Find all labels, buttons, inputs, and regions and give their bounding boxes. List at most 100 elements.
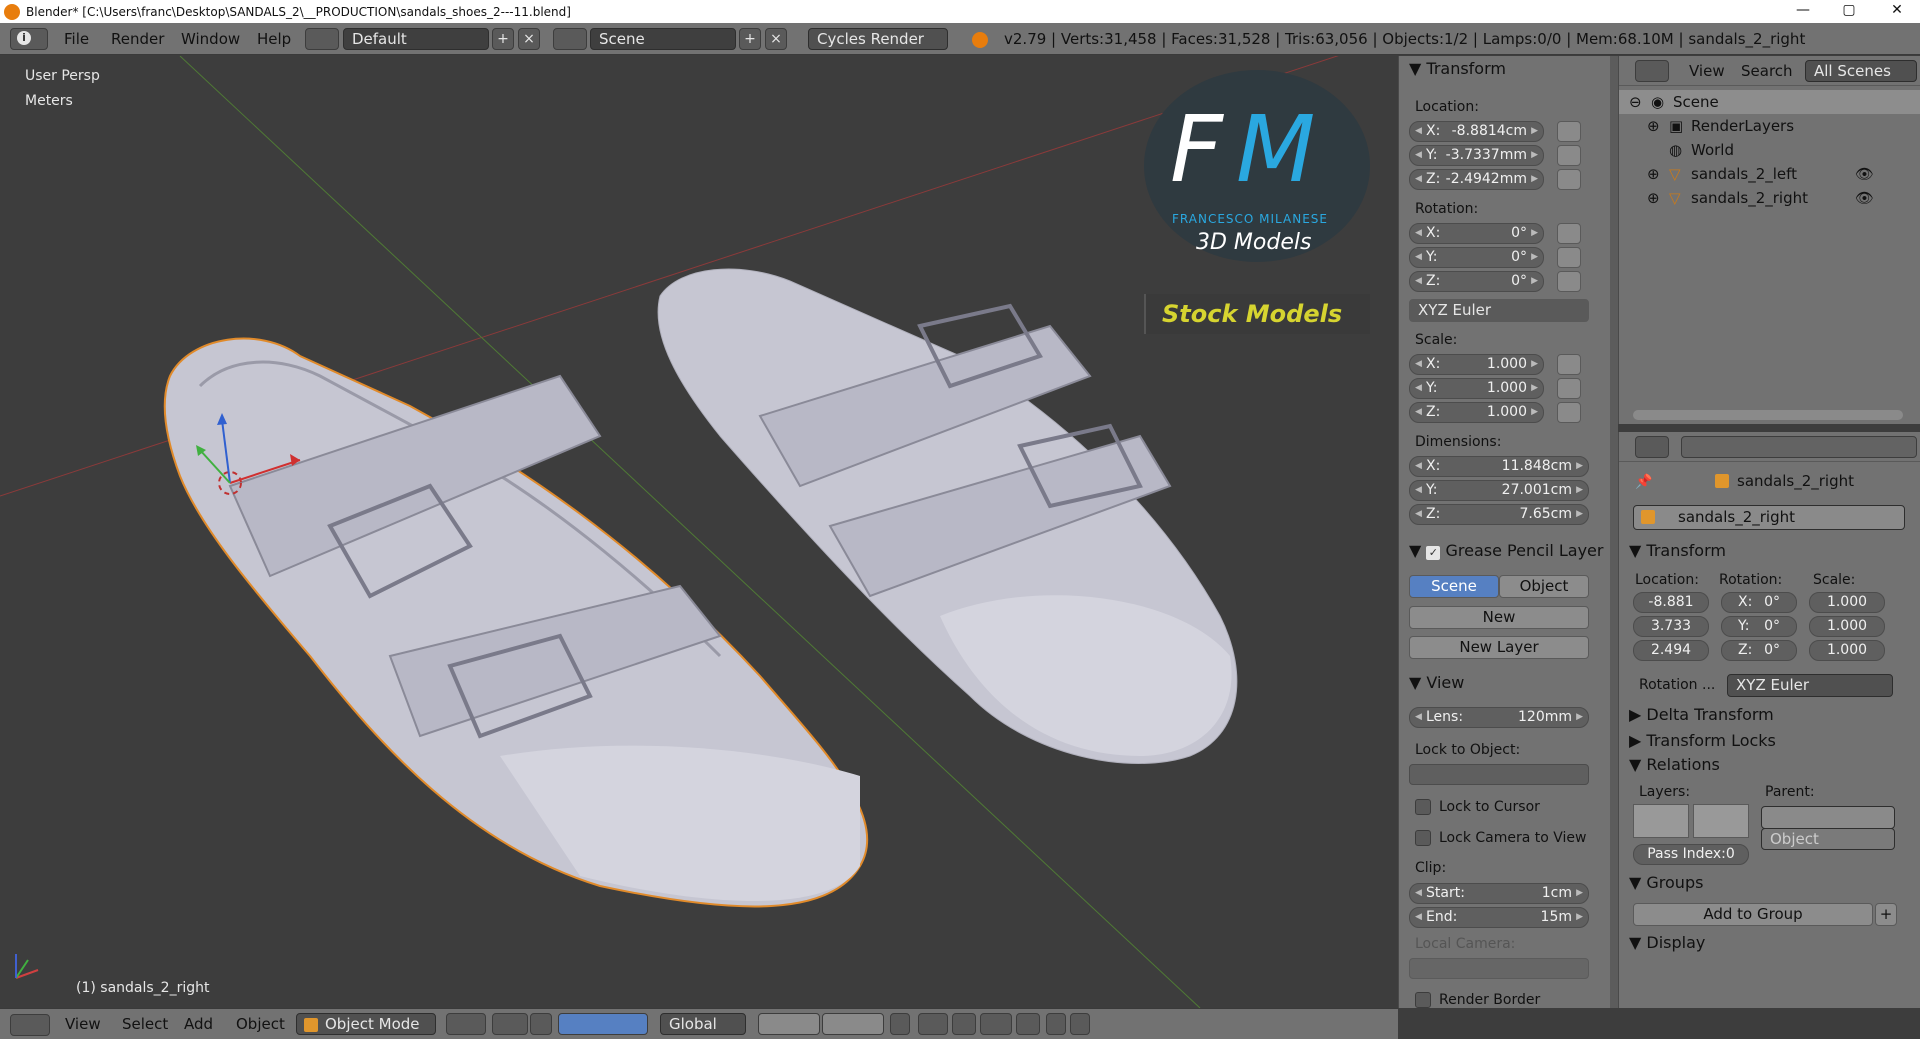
maximize-button[interactable]: ▢ [1826,0,1872,23]
outliner-filter-dropdown[interactable]: All Scenes [1805,60,1917,82]
outliner-row-renderlayers[interactable]: ⊕ ▣ RenderLayers [1619,114,1920,138]
pass-index-field[interactable]: Pass Index:0 [1633,844,1749,865]
opengl-animation-icon[interactable] [1070,1013,1090,1035]
rotation-x-field[interactable]: ◀ X: 0° ▶ [1409,223,1544,244]
lock-icon[interactable] [1557,121,1581,142]
ob-scale-z[interactable]: 1.000 [1809,640,1885,661]
render-border-checkbox[interactable] [1415,992,1431,1008]
grease-pencil-panel-title[interactable]: ▼ ✓ Grease Pencil Layer [1409,540,1603,562]
lock-icon[interactable] [1557,223,1581,244]
local-camera-field[interactable] [1409,958,1589,979]
ob-rotation-y[interactable]: Y: 0° [1721,616,1797,637]
layer-buttons[interactable] [758,1013,820,1035]
opengl-render-icon[interactable] [1046,1013,1066,1035]
lock-to-cursor-checkbox[interactable] [1415,799,1431,815]
menu-file[interactable]: File [64,28,89,50]
render-engine-dropdown[interactable]: Cycles Render [808,28,948,50]
lock-icon[interactable] [1557,247,1581,268]
menu-select[interactable]: Select [122,1015,168,1033]
scene-field[interactable]: Scene [590,28,736,50]
menu-render[interactable]: Render [111,28,164,50]
lock-icon[interactable] [1557,402,1581,423]
dimension-y-field[interactable]: ◀ Y: 27.001cm ▶ [1409,480,1589,501]
rotation-y-field[interactable]: ◀ Y: 0° ▶ [1409,247,1544,268]
menu-window[interactable]: Window [181,28,240,50]
manipulator-modes[interactable] [558,1013,648,1035]
layers-grid[interactable] [1693,804,1749,838]
close-button[interactable]: ✕ [1874,0,1920,23]
outliner-editor-icon[interactable] [1635,60,1669,82]
new-layer-button[interactable]: New Layer [1409,636,1589,659]
checkbox-checked-icon[interactable]: ✓ [1426,546,1441,560]
outliner-row-scene[interactable]: ⊖ ◉ Scene [1619,90,1920,114]
scale-y-field[interactable]: ◀ Y: 1.000 ▶ [1409,378,1544,399]
parent-field[interactable] [1761,806,1895,829]
outliner-scrollbar[interactable] [1633,410,1903,420]
view3d-editor-icon[interactable] [10,1014,50,1036]
layer-lock-icon[interactable] [890,1013,910,1035]
display-title[interactable]: ▼ Display [1629,932,1705,954]
parent-type-dropdown[interactable]: Object [1761,828,1895,850]
ob-rotation-x[interactable]: X: 0° [1721,592,1797,613]
properties-editor-icon[interactable] [1635,436,1669,458]
scene-icon[interactable] [553,28,587,50]
rotation-z-field[interactable]: ◀ Z: 0° ▶ [1409,271,1544,292]
scale-z-field[interactable]: ◀ Z: 1.000 ▶ [1409,402,1544,423]
add-to-group-button[interactable]: Add to Group [1633,903,1873,926]
object-name-field[interactable]: sandals_2_right [1633,505,1905,530]
lock-camera-checkbox[interactable] [1415,830,1431,846]
manipulator-toggle[interactable] [530,1013,552,1035]
pivot-dropdown[interactable] [492,1013,528,1035]
menu-help[interactable]: Help [257,28,291,50]
screen-layout-icon[interactable] [305,28,339,50]
orientation-dropdown[interactable]: Global [660,1013,746,1035]
snap-icon[interactable] [952,1013,976,1035]
lock-icon[interactable] [1557,169,1581,190]
new-grease-pencil-button[interactable]: New [1409,606,1589,629]
properties-context-tabs[interactable] [1681,436,1917,458]
tab-scene[interactable]: Scene [1409,575,1499,598]
location-y-field[interactable]: ◀ Y: -3.7337mm ▶ [1409,145,1544,166]
location-z-field[interactable]: ◀ Z: -2.4942mm ▶ [1409,169,1544,190]
clip-end-field[interactable]: ◀ End: 15m ▶ [1409,907,1589,928]
clip-start-field[interactable]: ◀ Start: 1cm ▶ [1409,883,1589,904]
snap-element-dropdown[interactable] [980,1013,1012,1035]
shading-dropdown[interactable] [446,1013,486,1035]
location-x-field[interactable]: ◀ X: -8.8814cm ▶ [1409,121,1544,142]
3d-viewport[interactable]: User Persp Meters (1) sandals_2_right F … [0,56,1398,1008]
scale-x-field[interactable]: ◀ X: 1.000 ▶ [1409,354,1544,375]
ob-location-z[interactable]: 2.494 [1633,640,1709,661]
ob-rotation-mode-dropdown[interactable]: XYZ Euler [1727,674,1893,697]
ob-rotation-z[interactable]: Z: 0° [1721,640,1797,661]
transform-locks-title[interactable]: ▶ Transform Locks [1629,730,1776,752]
lock-object-field[interactable] [1409,764,1589,785]
menu-view[interactable]: View [65,1015,101,1033]
ob-scale-x[interactable]: 1.000 [1809,592,1885,613]
rotation-mode-dropdown[interactable]: XYZ Euler [1409,299,1589,322]
lock-icon[interactable] [1557,354,1581,375]
screen-layout-field[interactable]: Default [343,28,489,50]
delta-transform-title[interactable]: ▶ Delta Transform [1629,704,1774,726]
dimension-z-field[interactable]: ◀ Z: 7.65cm ▶ [1409,504,1589,525]
ob-transform-title[interactable]: ▼ Transform [1629,540,1726,562]
ob-scale-y[interactable]: 1.000 [1809,616,1885,637]
layers-grid[interactable] [1633,804,1689,838]
lock-icon[interactable] [1557,378,1581,399]
add-group-icon[interactable]: + [1875,903,1897,926]
menu-object[interactable]: Object [236,1015,285,1033]
view-panel-title[interactable]: ▼ View [1409,672,1464,694]
relations-title[interactable]: ▼ Relations [1629,754,1720,776]
tab-object[interactable]: Object [1499,575,1589,598]
lens-field[interactable]: ◀ Lens: 120mm ▶ [1409,707,1589,728]
lock-icon[interactable] [1557,271,1581,292]
menu-add[interactable]: Add [184,1015,213,1033]
add-screen-icon[interactable]: + [492,28,514,50]
layer-buttons[interactable] [822,1013,884,1035]
editor-type-button[interactable]: i [10,28,48,50]
proportional-edit-icon[interactable] [918,1013,948,1035]
outliner-row-sandals-right[interactable]: ⊕ ▽ sandals_2_right 👁 [1619,186,1920,210]
pin-icon[interactable]: 📌 [1635,474,1652,490]
transform-panel-title[interactable]: ▼ Transform [1409,58,1506,80]
ob-location-y[interactable]: 3.733 [1633,616,1709,637]
outliner-row-sandals-left[interactable]: ⊕ ▽ sandals_2_left 👁 [1619,162,1920,186]
